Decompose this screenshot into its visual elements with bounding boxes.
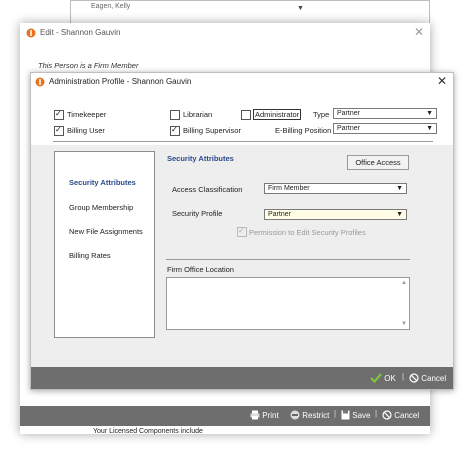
ebilling-position-select[interactable]: Partner ▼ [333,123,437,134]
outer-cancel-button[interactable]: Cancel [382,410,419,420]
edit-window-title: Edit - Shannon Gauvin [40,28,121,37]
edit-window-toolbar: Print Restrict | Save | Cancel [20,406,430,426]
permission-edit-security-profiles-label: Permission to Edit Security Profiles [249,228,366,237]
dialog-titlebar: Administration Profile - Shannon Gauvin … [31,73,453,91]
office-access-button[interactable]: Office Access [347,155,409,170]
dialog-title: Administration Profile - Shannon Gauvin [49,77,192,86]
save-button[interactable]: Save [341,410,370,420]
printer-icon [250,410,260,420]
ebilling-position-value: Partner [337,125,360,132]
access-classification-value: Firm Member [268,185,310,192]
access-classification-label: Access Classification [172,185,243,194]
security-attributes-heading: Security Attributes [167,154,234,163]
billing-user-checkbox[interactable] [54,126,64,136]
librarian-label: Librarian [183,110,213,119]
timekeeper-label: Timekeeper [67,110,107,119]
scroll-up-icon[interactable]: ▲ [401,280,407,286]
type-value: Partner [337,110,360,117]
background-window-name: Eagen, Kelly [91,3,131,10]
billing-supervisor-label: Billing Supervisor [183,126,241,135]
security-profile-select[interactable]: Partner ▼ [264,209,407,220]
administration-profile-dialog: Administration Profile - Shannon Gauvin … [30,72,454,390]
ebilling-position-label: E-Billing Position [275,126,332,135]
firm-office-location-label: Firm Office Location [167,265,234,274]
dialog-button-bar: OK | Cancel [31,367,453,389]
print-label: Print [262,411,279,420]
librarian-checkbox[interactable] [170,110,180,120]
restrict-label: Restrict [302,411,330,420]
checkmark-icon [370,373,382,384]
security-profile-value: Partner [268,211,291,218]
restrict-button[interactable]: Restrict [290,410,329,420]
app-logo-icon [26,28,36,38]
toolbar-divider: | [375,409,378,418]
close-icon[interactable]: ✕ [414,26,424,38]
nav-item-new-file-assignments[interactable]: New File Assignments [69,227,143,236]
button-divider: | [402,372,405,381]
timekeeper-checkbox[interactable] [54,110,64,120]
administrator-checkbox[interactable] [241,110,251,120]
chevron-down-icon: ▼ [426,125,433,132]
nav-item-group-membership[interactable]: Group Membership [69,203,133,212]
nav-item-security-attributes[interactable]: Security Attributes [69,178,136,187]
firm-office-location-textarea[interactable]: ▲ ▼ [166,277,410,330]
cancel-icon [382,410,392,420]
sidebar-nav: Security Attributes Group Membership New… [54,151,155,338]
billing-supervisor-checkbox[interactable] [170,126,180,136]
access-classification-select[interactable]: Firm Member ▼ [264,183,407,194]
close-icon[interactable]: ✕ [437,75,447,87]
administrator-label: Administrator [253,109,302,120]
toolbar-divider: | [334,409,337,418]
billing-user-label: Billing User [67,126,105,135]
ok-label: OK [384,374,396,383]
ok-button[interactable]: OK [370,373,396,384]
permission-edit-security-profiles-checkbox[interactable] [237,227,247,237]
chevron-down-icon: ▼ [396,185,403,192]
print-button[interactable]: Print [250,410,279,420]
cancel-button[interactable]: Cancel [409,373,446,383]
content-panel: Security Attributes Group Membership New… [31,145,453,367]
divider [53,141,433,142]
divider [166,259,410,260]
app-logo-icon [35,77,45,87]
licensed-components-text: Your Licensed Components include [93,428,203,435]
type-label: Type [313,110,330,119]
cancel-label: Cancel [421,374,447,383]
chevron-down-icon: ▼ [396,211,403,218]
edit-window-titlebar: Edit - Shannon Gauvin ✕ [20,23,430,43]
cancel-icon [409,373,419,383]
scroll-down-icon[interactable]: ▼ [401,321,407,327]
restrict-icon [290,410,300,420]
chevron-down-icon: ▼ [297,5,304,12]
cancel-label: Cancel [394,411,420,420]
nav-item-billing-rates[interactable]: Billing Rates [69,251,111,260]
save-icon [341,410,350,420]
firm-member-subtitle: This Person is a Firm Member [38,61,139,70]
save-label: Save [352,411,371,420]
security-profile-label: Security Profile [172,209,223,218]
chevron-down-icon: ▼ [426,110,433,117]
type-select[interactable]: Partner ▼ [333,108,437,119]
